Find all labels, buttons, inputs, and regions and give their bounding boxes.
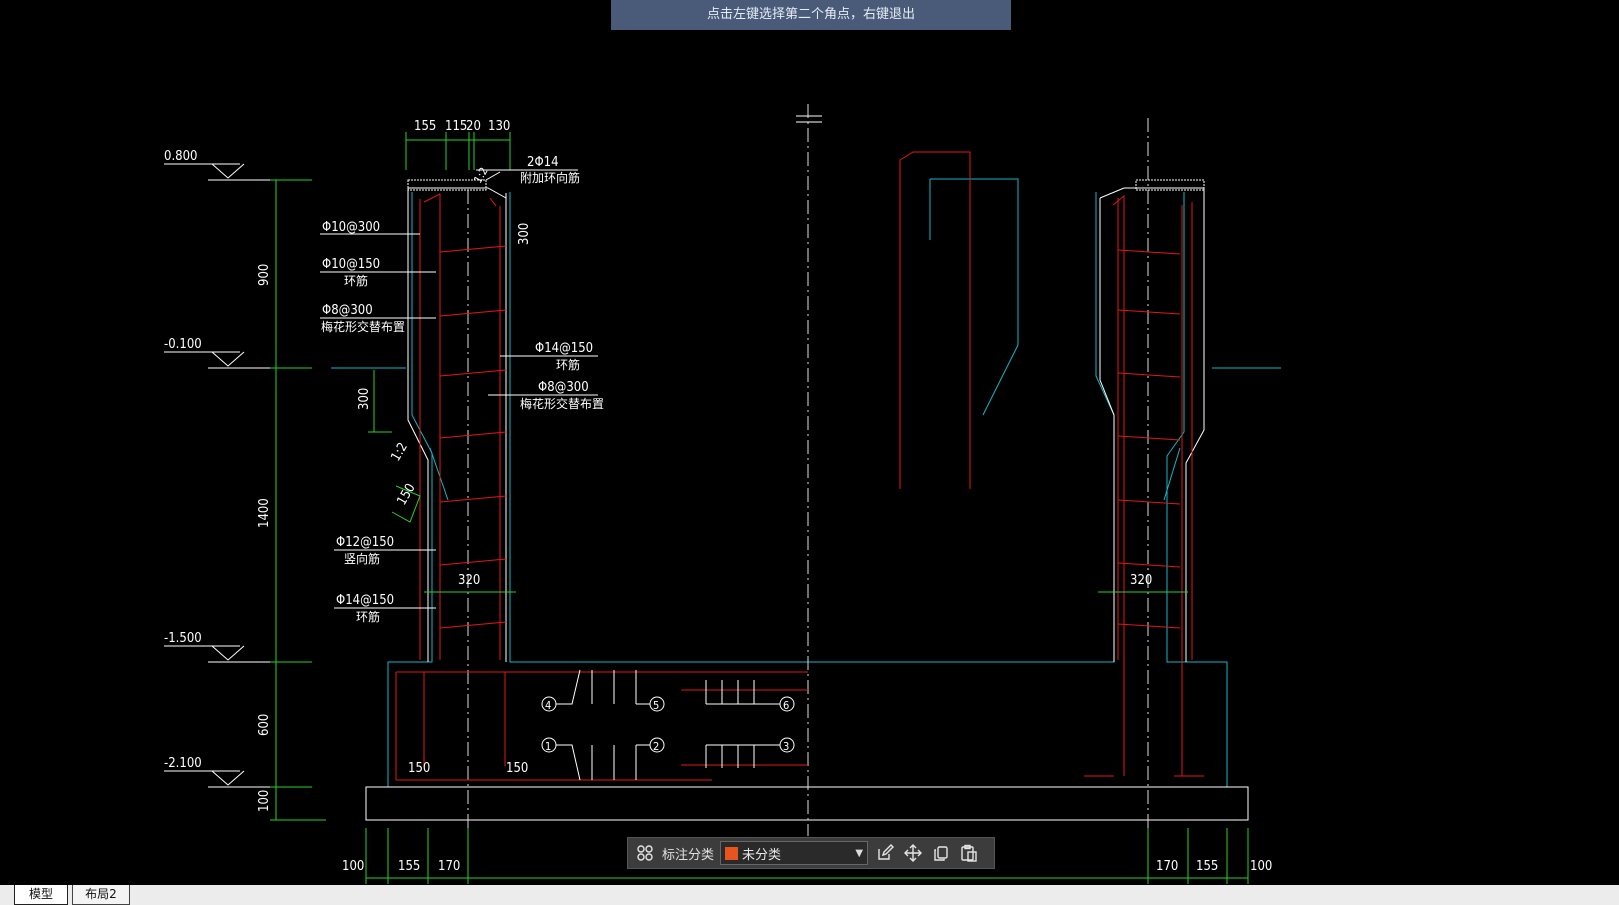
concrete-outline <box>331 178 1281 787</box>
tab-model[interactable]: 模型 <box>14 885 68 905</box>
rebar-note: 梅花形交替布置 <box>321 319 405 334</box>
rebar-lines <box>395 151 1204 781</box>
edit-icon[interactable] <box>874 842 896 864</box>
rebar-callout: Φ14@150 <box>336 593 394 608</box>
rebar-note: 竖向筋 <box>344 551 380 566</box>
height-label: 300 <box>517 223 532 245</box>
centerlines <box>467 104 1149 836</box>
bar-mark-number: 2 <box>653 740 659 753</box>
chevron-down-icon: ▼ <box>855 847 864 859</box>
move-icon[interactable] <box>902 842 924 864</box>
rebar-callout: Φ10@300 <box>322 220 380 235</box>
wall-width-label: 320 <box>1130 573 1152 588</box>
tab-layout-2[interactable]: 布局2 <box>72 885 130 905</box>
rebar-callout: Φ12@150 <box>336 535 394 550</box>
elevation-label: -1.500 <box>164 631 202 646</box>
rebar-callout: Φ8@300 <box>322 303 373 318</box>
rebar-callout: Φ14@150 <box>535 341 593 356</box>
rebar-note: 附加环向筋 <box>520 170 580 185</box>
break-symbol <box>796 115 822 123</box>
rebar-callout: Φ10@150 <box>322 257 380 272</box>
stirrups-left <box>439 245 507 629</box>
bottom-dim-label: 100 <box>1250 859 1272 874</box>
cad-drawing-canvas[interactable]: 0.800 -0.100 -1.500 -2.100 900 1400 600 … <box>0 0 1619 885</box>
left-dim-label: 1400 <box>257 498 272 528</box>
bar-marks <box>541 669 795 781</box>
slope-label: 1:2 <box>388 440 410 464</box>
rebar-note: 环筋 <box>556 357 580 372</box>
top-dim-label: 155 <box>414 119 436 134</box>
structure-lines <box>365 171 1249 821</box>
left-dim-label: 100 <box>257 790 272 812</box>
bottom-dim-label: 100 <box>342 859 364 874</box>
annotation-category-label: 标注分类 <box>662 847 715 863</box>
bottom-dim-label: 155 <box>398 859 420 874</box>
wall-width-label: 320 <box>458 573 480 588</box>
bar-mark-number: 4 <box>545 699 551 712</box>
base-dim-label: 150 <box>506 761 528 776</box>
left-dim-label: 600 <box>257 714 272 736</box>
elevation-label: 0.800 <box>164 149 197 164</box>
left-dim-label: 900 <box>257 264 272 286</box>
rebar-note: 环筋 <box>356 609 380 624</box>
rebar-callout: Φ8@300 <box>538 380 589 395</box>
stirrups-right <box>1117 249 1181 629</box>
top-dim-label: 20 <box>466 119 481 134</box>
chamfer-label: 150 <box>394 481 418 508</box>
bar-mark-number: 6 <box>783 699 789 712</box>
apps-grid-icon[interactable] <box>634 842 656 864</box>
layout-tab-bar: 模型 布局2 <box>0 885 1619 905</box>
rebar-spec: 2Φ14 <box>527 155 559 170</box>
paste-icon[interactable] <box>958 842 980 864</box>
bar-mark-number: 3 <box>783 740 789 753</box>
height-label: 300 <box>357 388 372 410</box>
top-dim-label: 115 <box>445 119 467 134</box>
category-select-value: 未分类 <box>742 847 782 863</box>
bottom-dim-label: 170 <box>1156 859 1178 874</box>
copy-icon[interactable] <box>930 842 952 864</box>
bar-mark-number: 5 <box>653 699 659 712</box>
category-color-swatch <box>725 846 739 860</box>
bar-mark-number: 1 <box>545 740 551 753</box>
annotation-category-select[interactable]: 未分类 ▼ <box>720 841 869 865</box>
bottom-dim-label: 170 <box>438 859 460 874</box>
annotation-toolbar: 标注分类 未分类 ▼ <box>627 837 995 869</box>
rebar-note: 环筋 <box>344 273 368 288</box>
base-dim-label: 150 <box>408 761 430 776</box>
prompt-text: 点击左键选择第二个角点，右键退出 <box>706 7 915 22</box>
rebar-note: 梅花形交替布置 <box>520 396 604 411</box>
elevation-symbols <box>164 163 270 788</box>
elevation-label: -2.100 <box>164 756 202 771</box>
top-dim-label: 130 <box>488 119 510 134</box>
elevation-label: -0.100 <box>164 337 202 352</box>
command-prompt-banner: 点击左键选择第二个角点，右键退出 <box>611 0 1011 30</box>
bottom-dim-label: 155 <box>1196 859 1218 874</box>
